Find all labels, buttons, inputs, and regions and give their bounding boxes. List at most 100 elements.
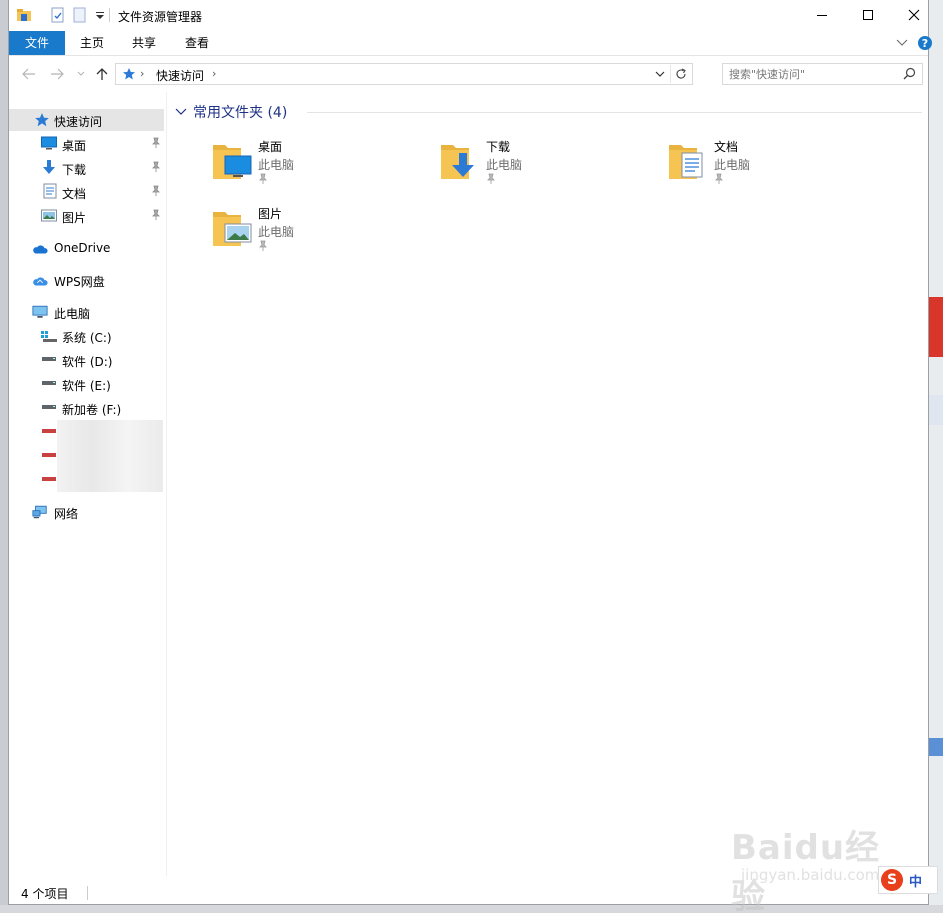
up-button[interactable] [93, 65, 111, 83]
desktop-folder-icon [213, 145, 252, 179]
sidebar-item-label: 文档 [62, 187, 87, 201]
drive-icon [42, 381, 56, 385]
folder-tile-desktop[interactable]: 桌面 此电脑 [211, 137, 421, 197]
help-icon[interactable]: ? [917, 35, 933, 51]
ime-indicator[interactable]: S 中 [878, 866, 938, 894]
status-separator [87, 886, 88, 900]
forward-arrow-icon [51, 68, 64, 80]
sidebar-item-drive-f[interactable]: 新加卷 (F:) [9, 397, 164, 419]
search-icon[interactable] [903, 67, 916, 80]
tab-share[interactable]: 共享 [119, 31, 169, 55]
sidebar-item-onedrive[interactable]: OneDrive [9, 237, 164, 259]
tab-home[interactable]: 主页 [67, 31, 117, 55]
desktop-icon [41, 136, 57, 150]
folder-name: 文档 [714, 140, 739, 154]
pictures-folder-icon [213, 212, 252, 246]
chevron-down-icon [175, 108, 187, 115]
download-arrow-icon [43, 160, 55, 174]
sidebar-item-drive-c[interactable]: 系统 (C:) [9, 325, 164, 347]
breadcrumb-chevron-icon[interactable]: › [140, 67, 144, 80]
recent-locations-button[interactable] [72, 65, 90, 83]
sidebar-item-documents[interactable]: 文档 [9, 181, 164, 203]
ribbon-tabs: 文件 主页 共享 查看 ? [9, 30, 932, 56]
folder-tile-documents[interactable]: 文档 此电脑 [667, 137, 877, 197]
new-folder-quick-icon[interactable] [72, 7, 88, 23]
sogou-ime-icon: S [881, 869, 903, 891]
picture-icon [41, 209, 57, 222]
sidebar-item-label: 软件 (E:) [62, 379, 111, 393]
sidebar-item-desktop[interactable]: 桌面 [9, 133, 164, 155]
search-box[interactable] [722, 63, 923, 85]
close-icon [908, 9, 920, 21]
sidebar-item-drive-d[interactable]: 软件 (D:) [9, 349, 164, 371]
properties-icon[interactable] [50, 7, 66, 23]
sidebar-item-drive-e[interactable]: 软件 (E:) [9, 373, 164, 395]
sidebar-item-label: 下载 [62, 163, 87, 177]
folder-name: 下载 [486, 140, 511, 154]
window-title: 文件资源管理器 [118, 10, 203, 24]
close-button[interactable] [891, 0, 937, 30]
address-bar[interactable]: › 快速访问 › [115, 63, 693, 85]
search-input[interactable] [729, 66, 899, 82]
pin-icon[interactable] [151, 161, 161, 173]
sidebar-item-label: 快速访问 [54, 115, 103, 129]
sidebar-item-network[interactable]: 网络 [9, 501, 164, 523]
sidebar-item-downloads[interactable]: 下载 [9, 157, 164, 179]
sidebar-item-label: 此电脑 [54, 307, 91, 321]
pin-icon [487, 173, 495, 184]
sidebar-item-this-pc[interactable]: 此电脑 [9, 301, 164, 323]
minimize-icon [817, 15, 827, 16]
downloads-folder-icon [441, 145, 474, 179]
expand-ribbon-icon[interactable] [896, 39, 908, 47]
customize-quick-access-icon[interactable] [92, 7, 108, 23]
sidebar-item-label: 新加卷 (F:) [62, 403, 122, 417]
folder-location: 此电脑 [486, 158, 523, 172]
back-arrow-icon [22, 68, 35, 80]
tab-file[interactable]: 文件 [9, 31, 65, 55]
onedrive-cloud-icon [33, 245, 48, 254]
document-icon [43, 183, 57, 199]
address-dropdown-icon[interactable] [654, 66, 666, 82]
system-drive-icon [41, 331, 57, 342]
pin-icon [259, 173, 267, 184]
sidebar-item-quick-access[interactable]: 快速访问 [9, 109, 164, 131]
redaction-blur [57, 420, 163, 492]
navigation-pane: 快速访问 桌面 下载 文档 图片 OneDrive WPS网盘 此电脑 系统 (… [9, 92, 167, 876]
up-arrow-icon [96, 68, 108, 80]
removable-drive-icon [42, 453, 56, 457]
refresh-icon [676, 68, 686, 79]
title-bar: 文件资源管理器 [9, 0, 928, 30]
sidebar-item-wps-drive[interactable]: WPS网盘 [9, 269, 164, 291]
sidebar-item-label: 桌面 [62, 139, 87, 153]
tab-view[interactable]: 查看 [172, 31, 222, 55]
network-icon [32, 505, 47, 519]
group-title: 常用文件夹 (4) [193, 105, 288, 121]
folder-location: 此电脑 [258, 225, 295, 239]
title-separator [109, 8, 110, 22]
baidu-jingyan-watermark: Baidu经验 jingyan.baidu.com [731, 808, 901, 913]
maximize-button[interactable] [845, 0, 891, 30]
forward-button[interactable] [48, 65, 66, 83]
sidebar-item-pictures[interactable]: 图片 [9, 205, 164, 227]
minimize-button[interactable] [799, 0, 845, 30]
breadcrumb-location[interactable]: 快速访问 [156, 67, 204, 84]
group-divider [307, 112, 922, 113]
refresh-button[interactable] [670, 65, 690, 83]
folder-tile-pictures[interactable]: 图片 此电脑 [211, 204, 421, 264]
pin-icon[interactable] [151, 209, 161, 221]
pin-icon[interactable] [151, 137, 161, 149]
sidebar-item-label: 图片 [62, 211, 87, 225]
pin-icon [715, 173, 723, 184]
folder-tile-downloads[interactable]: 下载 此电脑 [439, 137, 649, 197]
computer-icon [32, 305, 48, 318]
group-header-frequent-folders[interactable]: 常用文件夹 (4) [175, 103, 287, 121]
sidebar-item-label: 软件 (D:) [62, 355, 113, 369]
back-button[interactable] [20, 65, 38, 83]
maximize-icon [863, 10, 873, 20]
pin-icon[interactable] [151, 185, 161, 197]
content-area: 常用文件夹 (4) 桌面 此电脑 下载 此电脑 文档 此电脑 图片 此电脑 Ba… [167, 92, 929, 913]
pin-icon [259, 240, 267, 251]
desktop-background-strip [929, 0, 943, 913]
removable-drive-icon [42, 429, 56, 433]
breadcrumb-chevron-icon[interactable]: › [212, 67, 216, 80]
